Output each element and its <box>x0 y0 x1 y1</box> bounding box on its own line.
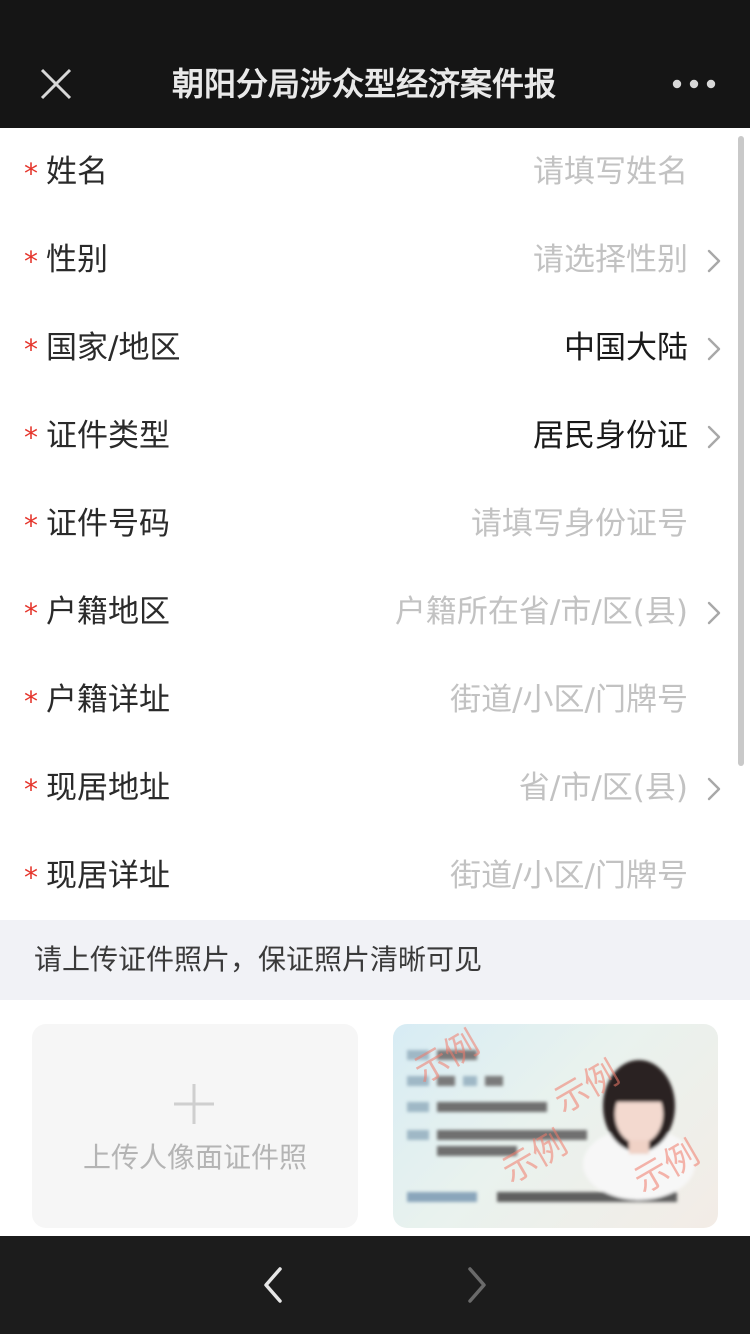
required-mark: * <box>24 685 38 718</box>
chevron-right-icon <box>707 777 721 801</box>
forward-button[interactable] <box>460 1265 494 1305</box>
field-label: 证件类型 <box>46 418 170 454</box>
plus-icon <box>174 1084 214 1124</box>
chevron-right-icon <box>707 249 721 273</box>
id-card-illustration: 示例 示例 示例 示例 <box>407 1024 706 1202</box>
upload-notice: 请上传证件照片，保证照片清晰可见 <box>0 920 750 1000</box>
field-input[interactable]: 请填写身份证号 <box>471 502 688 546</box>
upload-portrait-button[interactable]: 上传人像面证件照 <box>32 1024 358 1228</box>
form-row[interactable]: * 性别 请选择性别 <box>0 216 750 304</box>
form-row[interactable]: * 证件号码 请填写身份证号 <box>0 480 750 568</box>
top-bar: 朝阳分局涉众型经济案件报 <box>0 0 750 128</box>
field-select-value[interactable]: 居民身份证 <box>533 414 688 458</box>
form-row[interactable]: * 现居详址 街道/小区/门牌号 <box>0 832 750 920</box>
field-select-value[interactable]: 请选择性别 <box>533 238 688 282</box>
field-label: 性别 <box>46 242 108 278</box>
required-mark: * <box>24 509 38 542</box>
required-mark: * <box>24 157 38 190</box>
chevron-right-icon <box>468 1267 486 1303</box>
more-button[interactable] <box>664 62 724 106</box>
field-label: 现居详址 <box>46 858 170 894</box>
close-icon <box>40 68 72 100</box>
applicant-form: * 姓名 请填写姓名 * 性别 请选择性别 * 国家/地区 中国大陆 * 证件类型 居民身份证 * 证件号… <box>0 128 750 920</box>
field-select-value[interactable]: 户籍所在省/市/区(县) <box>395 590 688 634</box>
required-mark: * <box>24 597 38 630</box>
required-mark: * <box>24 245 38 278</box>
back-button[interactable] <box>256 1265 290 1305</box>
sample-id-card-image: 示例 示例 示例 示例 <box>393 1024 718 1228</box>
close-button[interactable] <box>30 58 82 110</box>
required-mark: * <box>24 861 38 894</box>
upload-portrait-label: 上传人像面证件照 <box>82 1141 307 1174</box>
required-mark: * <box>24 333 38 366</box>
required-mark: * <box>24 773 38 806</box>
field-label: 户籍地区 <box>46 594 170 630</box>
chevron-right-icon <box>707 601 721 625</box>
upload-notice-text: 请上传证件照片，保证照片清晰可见 <box>34 943 483 976</box>
field-select-value[interactable]: 中国大陆 <box>564 326 688 370</box>
field-label: 姓名 <box>46 154 108 190</box>
field-input[interactable]: 请填写姓名 <box>533 150 688 194</box>
scrollbar[interactable] <box>738 136 744 766</box>
bottom-nav-bar <box>0 1236 750 1334</box>
form-row[interactable]: * 户籍地区 户籍所在省/市/区(县) <box>0 568 750 656</box>
form-row[interactable]: * 姓名 请填写姓名 <box>0 128 750 216</box>
form-row[interactable]: * 证件类型 居民身份证 <box>0 392 750 480</box>
chevron-right-icon <box>707 425 721 449</box>
field-label: 证件号码 <box>46 506 170 542</box>
field-label: 国家/地区 <box>46 330 181 366</box>
more-dots-icon <box>672 79 716 89</box>
field-label: 户籍详址 <box>46 682 170 718</box>
form-row[interactable]: * 现居地址 省/市/区(县) <box>0 744 750 832</box>
page-title: 朝阳分局涉众型经济案件报 <box>172 65 557 103</box>
field-label: 现居地址 <box>46 770 170 806</box>
field-input[interactable]: 街道/小区/门牌号 <box>450 854 688 898</box>
field-select-value[interactable]: 省/市/区(县) <box>519 766 688 810</box>
required-mark: * <box>24 421 38 454</box>
form-row[interactable]: * 国家/地区 中国大陆 <box>0 304 750 392</box>
form-row[interactable]: * 户籍详址 街道/小区/门牌号 <box>0 656 750 744</box>
chevron-right-icon <box>707 337 721 361</box>
chevron-left-icon <box>264 1267 282 1303</box>
field-input[interactable]: 街道/小区/门牌号 <box>450 678 688 722</box>
